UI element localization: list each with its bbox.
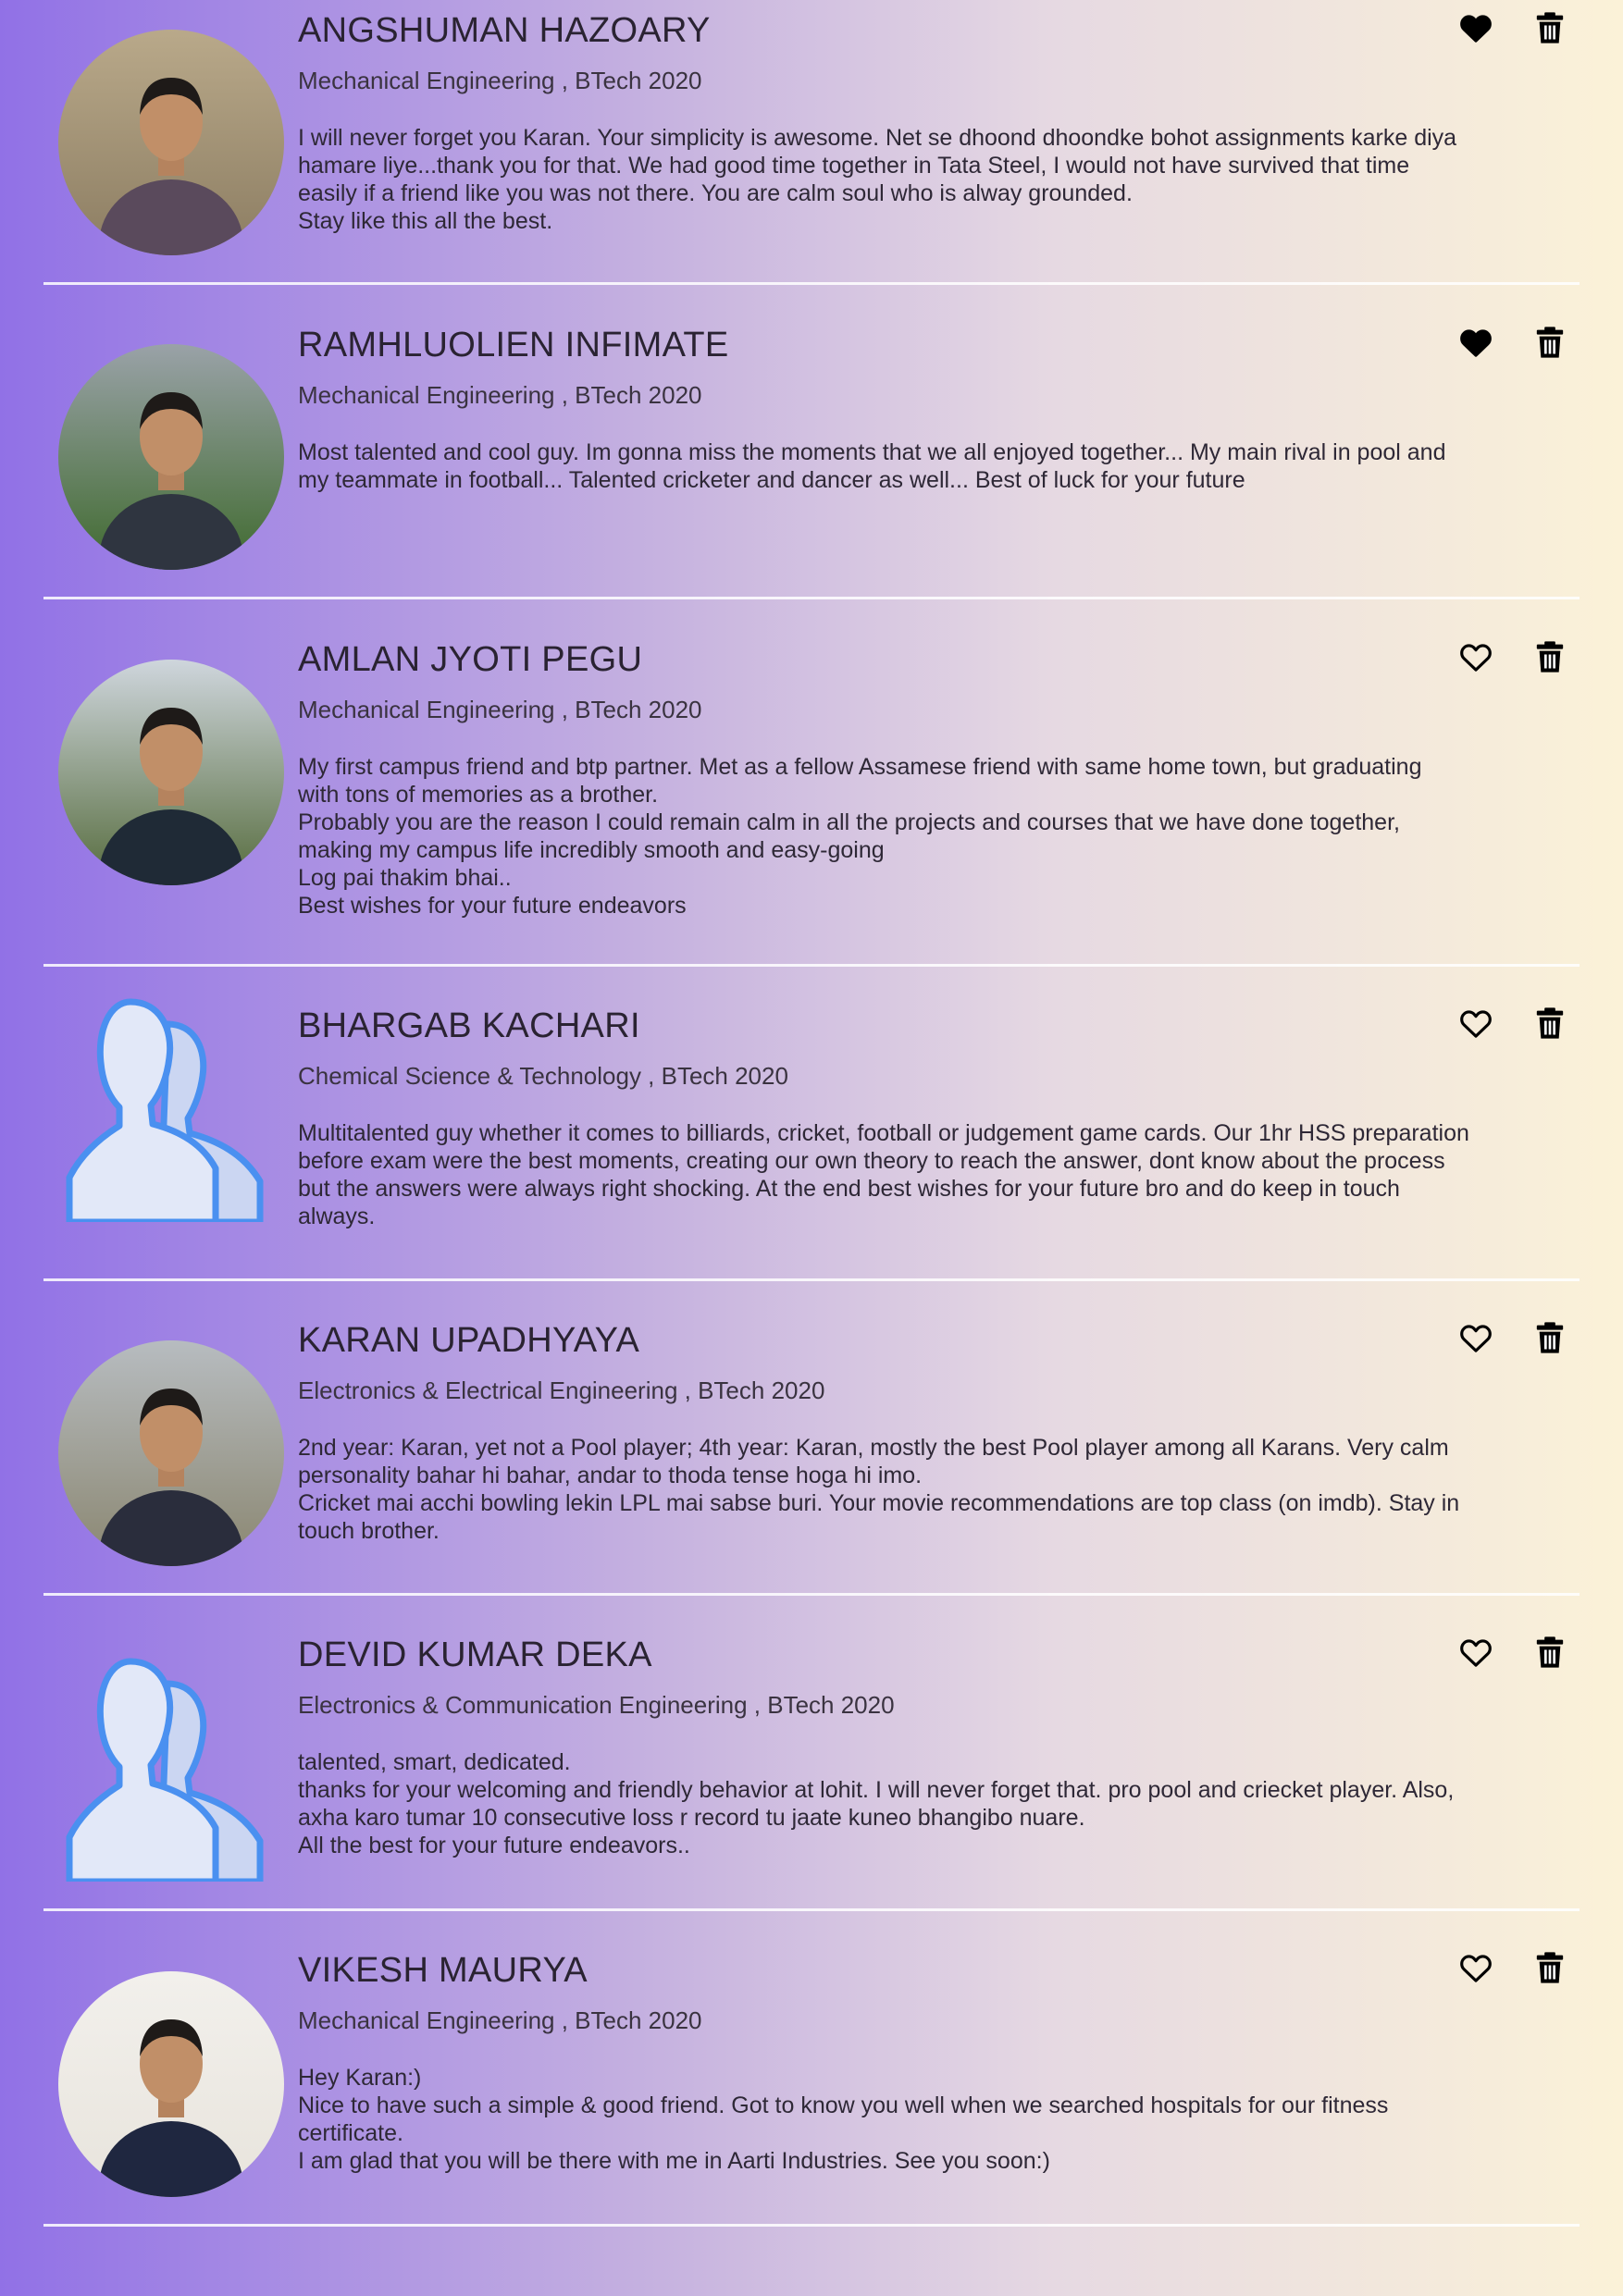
message-line: I will never forget you Karan. Your simp…	[298, 125, 1457, 151]
message-line: certificate.	[298, 2120, 403, 2146]
card-divider	[43, 1593, 1580, 1596]
author-name: KARAN UPADHYAYA	[298, 1321, 640, 1360]
card-divider	[43, 597, 1580, 599]
message-line: 2nd year: Karan, yet not a Pool player; …	[298, 1435, 1449, 1461]
trash-icon[interactable]	[1531, 1949, 1568, 1986]
card-divider	[43, 1908, 1580, 1911]
message-line: but the answers were always right shocki…	[298, 1176, 1400, 1202]
heart-outline-icon[interactable]	[1457, 638, 1494, 675]
card-divider	[43, 1278, 1580, 1281]
testimonial-card: ANGSHUMAN HAZOARY Mechanical Engineering …	[43, 0, 1580, 285]
message-line: before exam were the best moments, creat…	[298, 1148, 1445, 1174]
author-department: Mechanical Engineering , BTech 2020	[298, 696, 702, 723]
testimonial-card: RAMHLUOLIEN INFIMATE Mechanical Engineeri…	[43, 315, 1580, 599]
avatar	[58, 30, 284, 255]
card-divider	[43, 964, 1580, 967]
trash-icon[interactable]	[1531, 1634, 1568, 1671]
author-department: Electronics & Communication Engineering …	[298, 1691, 895, 1719]
heart-filled-icon[interactable]	[1457, 9, 1494, 46]
default-avatar-icon	[58, 996, 284, 1222]
author-department: Electronics & Electrical Engineering , B…	[298, 1376, 825, 1404]
avatar	[58, 660, 284, 885]
message-line: my teammate in football... Talented cric…	[298, 467, 1245, 493]
heart-outline-icon[interactable]	[1457, 1634, 1494, 1671]
testimonial-card: VIKESH MAURYA Mechanical Engineering , BT…	[43, 1942, 1580, 2227]
message-line: always.	[298, 1204, 376, 1229]
author-department: Mechanical Engineering , BTech 2020	[298, 2006, 702, 2034]
testimonial-message: Multitalented guy whether it comes to bi…	[298, 1119, 1556, 1230]
message-line: My first campus friend and btp partner. …	[298, 754, 1422, 780]
message-line: with tons of memories as a brother.	[298, 782, 659, 808]
message-line: Hey Karan:)	[298, 2065, 422, 2091]
message-line: Log pai thakim bhai..	[298, 865, 512, 891]
author-department: Mechanical Engineering , BTech 2020	[298, 67, 702, 94]
testimonial-message: 2nd year: Karan, yet not a Pool player; …	[298, 1434, 1556, 1545]
heart-outline-icon[interactable]	[1457, 1005, 1494, 1042]
testimonial-card: DEVID KUMAR DEKA Electronics & Communicat…	[43, 1626, 1580, 1911]
message-line: I am glad that you will be there with me…	[298, 2148, 1050, 2174]
message-line: Best wishes for your future endeavors	[298, 893, 687, 919]
trash-icon[interactable]	[1531, 9, 1568, 46]
avatar	[58, 1340, 284, 1566]
message-line: Nice to have such a simple & good friend…	[298, 2092, 1389, 2118]
trash-icon[interactable]	[1531, 1005, 1568, 1042]
author-name: BHARGAB KACHARI	[298, 1006, 640, 1045]
author-name: VIKESH MAURYA	[298, 1951, 588, 1990]
testimonial-card: KARAN UPADHYAYA Electronics & Electrical …	[43, 1311, 1580, 1596]
author-department: Mechanical Engineering , BTech 2020	[298, 381, 702, 409]
author-name: DEVID KUMAR DEKA	[298, 1636, 652, 1674]
testimonial-message: Hey Karan:) Nice to have such a simple & …	[298, 2064, 1556, 2175]
testimonial-message: I will never forget you Karan. Your simp…	[298, 124, 1556, 235]
avatar	[58, 1971, 284, 2197]
message-line: touch brother.	[298, 1518, 440, 1544]
heart-outline-icon[interactable]	[1457, 1319, 1494, 1356]
message-line: All the best for your future endeavors..	[298, 1833, 690, 1858]
default-avatar-icon	[58, 1656, 284, 1882]
message-line: Multitalented guy whether it comes to bi…	[298, 1120, 1469, 1146]
trash-icon[interactable]	[1531, 1319, 1568, 1356]
card-divider	[43, 2224, 1580, 2227]
testimonial-message: talented, smart, dedicated. thanks for yo…	[298, 1748, 1556, 1859]
message-line: Stay like this all the best.	[298, 208, 553, 234]
message-line: easily if a friend like you was not ther…	[298, 180, 1133, 206]
message-line: Probably you are the reason I could rema…	[298, 809, 1400, 835]
testimonial-message: Most talented and cool guy. Im gonna mis…	[298, 438, 1556, 494]
message-line: personality bahar hi bahar, andar to tho…	[298, 1463, 923, 1488]
message-line: making my campus life incredibly smooth …	[298, 837, 885, 863]
message-line: talented, smart, dedicated.	[298, 1749, 571, 1775]
message-line: Most talented and cool guy. Im gonna mis…	[298, 439, 1446, 465]
trash-icon[interactable]	[1531, 638, 1568, 675]
card-divider	[43, 282, 1580, 285]
testimonial-card: BHARGAB KACHARI Chemical Science & Techno…	[43, 996, 1580, 1281]
heart-outline-icon[interactable]	[1457, 1949, 1494, 1986]
heart-filled-icon[interactable]	[1457, 324, 1494, 361]
message-line: thanks for your welcoming and friendly b…	[298, 1777, 1455, 1803]
avatar	[58, 344, 284, 570]
message-line: hamare liye...thank you for that. We had…	[298, 153, 1410, 179]
message-line: axha karo tumar 10 consecutive loss r re…	[298, 1805, 1085, 1831]
testimonial-message: My first campus friend and btp partner. …	[298, 753, 1556, 920]
author-name: AMLAN JYOTI PEGU	[298, 640, 643, 679]
message-line: Cricket mai acchi bowling lekin LPL mai …	[298, 1490, 1460, 1516]
trash-icon[interactable]	[1531, 324, 1568, 361]
author-name: ANGSHUMAN HAZOARY	[298, 11, 711, 50]
testimonial-card: AMLAN JYOTI PEGU Mechanical Engineering ,…	[43, 630, 1580, 967]
author-department: Chemical Science & Technology , BTech 20…	[298, 1062, 788, 1090]
author-name: RAMHLUOLIEN INFIMATE	[298, 326, 729, 364]
